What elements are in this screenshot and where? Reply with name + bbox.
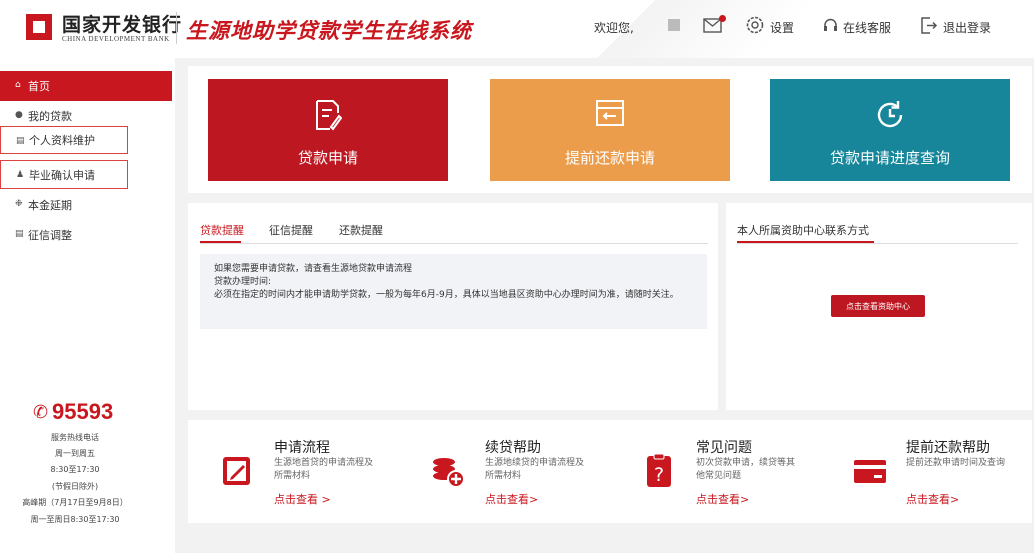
repay-icon bbox=[596, 100, 624, 126]
hotline-text: 周一至周日8:30至17:30 bbox=[30, 515, 120, 524]
help-title: 提前还款帮助 bbox=[906, 440, 990, 456]
notice-box: 如果您需要申请贷款，请查看生源地贷款申请流程 贷款办理时间: 必须在指定的时间内… bbox=[200, 254, 707, 329]
clock-refresh-icon bbox=[877, 101, 903, 128]
header: 国家开发银行 CHINA DEVELOPMENT BANK 生源地助学贷款学生在… bbox=[0, 0, 1034, 58]
help-desc: 提前还款申请时间及查询 bbox=[906, 458, 1006, 468]
sidebar: ⌂ 首页 ● 我的贷款 ▤ 个人资料维护 ♟ 毕业确认申请 ❉ 本金延期 ▤ 征… bbox=[0, 58, 175, 553]
settings-link[interactable]: 设置 bbox=[770, 19, 794, 36]
contact-title: 本人所属资助中心联系方式 bbox=[737, 224, 869, 237]
hotline-text: 周一到周五 bbox=[55, 449, 95, 458]
bank-name: 国家开发银行 bbox=[62, 14, 183, 36]
gear-icon: ❉ bbox=[15, 199, 23, 209]
document-edit-icon bbox=[316, 100, 342, 131]
progress-query-card[interactable]: 贷款申请进度查询 bbox=[770, 79, 1010, 181]
help-desc: 初次贷款申请，续贷等其他常见问题 bbox=[696, 458, 796, 481]
sidebar-item-label: 征信调整 bbox=[28, 229, 72, 242]
sidebar-item-label: 本金延期 bbox=[28, 199, 72, 212]
contact-title-underline bbox=[737, 241, 874, 243]
coin-icon: ● bbox=[15, 110, 23, 120]
gear-icon[interactable] bbox=[745, 15, 765, 35]
help-desc: 生源地首贷的申请流程及所需材料 bbox=[274, 458, 374, 481]
welcome-text: 欢迎您, bbox=[594, 21, 634, 35]
help-title: 申请流程 bbox=[274, 440, 330, 456]
credit-card-icon bbox=[854, 460, 886, 483]
help-link[interactable]: 点击查看> bbox=[485, 491, 538, 507]
tab-loan-reminder[interactable]: 贷款提醒 bbox=[200, 222, 244, 238]
logout-link[interactable]: 退出登录 bbox=[943, 19, 991, 36]
online-service-link[interactable]: 在线客服 bbox=[843, 19, 891, 36]
hotline-text: 高峰期（7月17日至9月8日） bbox=[22, 498, 128, 507]
sidebar-item-home[interactable]: ⌂ 首页 bbox=[0, 71, 172, 101]
help-title: 常见问题 bbox=[696, 440, 752, 456]
list-icon: ▤ bbox=[15, 229, 24, 239]
hotline-text: (节假日除外) bbox=[51, 482, 99, 491]
bank-logo-icon bbox=[26, 14, 52, 40]
sidebar-item-label: 我的贷款 bbox=[28, 110, 72, 123]
sidebar-item-label: 毕业确认申请 bbox=[29, 168, 95, 182]
sidebar-item-profile[interactable]: ▤ 个人资料维护 bbox=[0, 126, 128, 154]
sidebar-item-label: 个人资料维护 bbox=[29, 134, 95, 147]
hotline-number: 95593 bbox=[52, 399, 114, 424]
tab-credit-reminder[interactable]: 征信提醒 bbox=[269, 222, 313, 238]
notification-dot bbox=[719, 15, 726, 22]
tab-repay-reminder[interactable]: 还款提醒 bbox=[339, 222, 383, 238]
card-icon: ▤ bbox=[16, 136, 25, 146]
hotline-text: 8:30至17:30 bbox=[50, 465, 100, 474]
notice-line: 必须在指定的时间内才能申请助学贷款，一般为每年6月-9月，具体以当地县区资助中心… bbox=[214, 290, 679, 300]
sidebar-item-deferral[interactable]: ❉ 本金延期 bbox=[0, 190, 172, 220]
svg-text:?: ? bbox=[654, 464, 664, 486]
help-title: 续贷帮助 bbox=[485, 440, 541, 456]
contact-divider bbox=[737, 243, 1018, 244]
question-icon: ? bbox=[647, 453, 671, 487]
headset-icon[interactable] bbox=[822, 17, 839, 34]
notice-line: 贷款办理时间: bbox=[214, 277, 272, 287]
system-title: 生源地助学贷款学生在线系统 bbox=[186, 19, 472, 43]
active-tab-indicator bbox=[200, 241, 241, 243]
logout-icon[interactable] bbox=[920, 17, 938, 34]
pencil-square-icon bbox=[223, 457, 250, 485]
view-aid-center-button[interactable]: 点击查看资助中心 bbox=[831, 295, 925, 317]
loan-apply-card[interactable]: 贷款申请 bbox=[208, 79, 448, 181]
notice-line: 如果您需要申请贷款，请查看生源地贷款申请流程 bbox=[214, 264, 413, 274]
bank-name-en: CHINA DEVELOPMENT BANK bbox=[62, 35, 170, 43]
logo-divider bbox=[176, 12, 177, 44]
person-icon: ♟ bbox=[16, 170, 25, 180]
coins-plus-icon bbox=[433, 458, 465, 488]
help-link[interactable]: 点击查看 > bbox=[274, 491, 331, 507]
tab-divider bbox=[200, 243, 708, 244]
loan-apply-label: 贷款申请 bbox=[297, 149, 358, 167]
early-repay-card[interactable]: 提前还款申请 bbox=[490, 79, 730, 181]
help-desc: 生源地续贷的申请流程及所需材料 bbox=[485, 458, 585, 481]
early-repay-label: 提前还款申请 bbox=[564, 149, 655, 167]
sidebar-item-credit[interactable]: ▤ 征信调整 bbox=[0, 220, 172, 250]
phone-icon: ✆ bbox=[33, 402, 49, 423]
sidebar-item-graduation[interactable]: ♟ 毕业确认申请 bbox=[0, 160, 128, 189]
home-icon: ⌂ bbox=[15, 80, 21, 90]
sidebar-item-label: 首页 bbox=[28, 80, 50, 93]
help-link[interactable]: 点击查看> bbox=[906, 491, 959, 507]
help-link[interactable]: 点击查看> bbox=[696, 491, 749, 507]
hotline-text: 服务热线电话 bbox=[51, 433, 99, 442]
progress-query-label: 贷款申请进度查询 bbox=[829, 149, 950, 167]
avatar[interactable] bbox=[668, 19, 680, 31]
